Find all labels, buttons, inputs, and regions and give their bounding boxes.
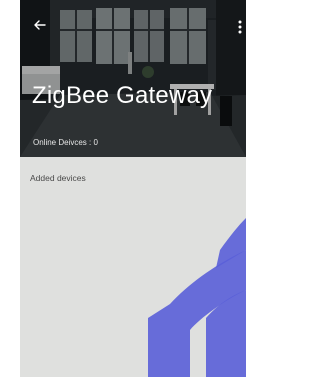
more-options-button[interactable]	[236, 20, 244, 34]
page-title: ZigBee Gateway	[32, 82, 213, 109]
room-photo	[20, 0, 246, 157]
more-vert-icon	[238, 20, 242, 34]
added-devices-heading: Added devices	[30, 173, 86, 183]
online-devices-label: Online Deivces :	[33, 138, 92, 147]
arrow-left-icon	[34, 20, 46, 30]
back-button[interactable]	[30, 15, 50, 35]
gateway-page: ZigBee Gateway Online Deivces : 0 Added …	[20, 0, 246, 377]
phone-screen: ZigBee Gateway Online Deivces : 0 Added …	[0, 0, 247, 377]
online-devices-status: Online Deivces : 0	[33, 138, 98, 147]
header-banner: ZigBee Gateway Online Deivces : 0	[20, 0, 246, 157]
online-devices-count: 0	[93, 138, 98, 147]
